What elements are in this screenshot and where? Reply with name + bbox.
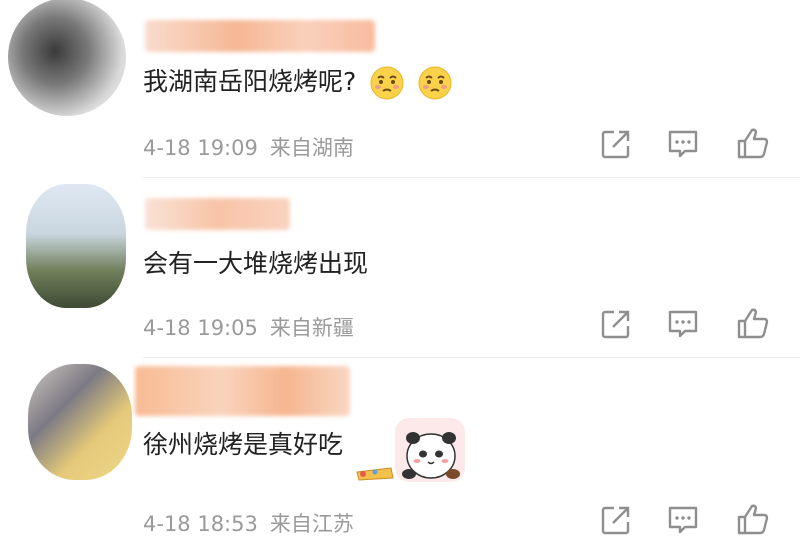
comment-time: 4-18 19:09	[143, 136, 258, 160]
sad-face-emoji	[418, 66, 452, 100]
thumbs-up-icon[interactable]	[736, 306, 770, 340]
thumbs-up-icon[interactable]	[736, 126, 770, 160]
sad-face-emoji	[370, 66, 404, 100]
comment-time: 4-18 18:53	[143, 512, 258, 536]
avatar[interactable]	[28, 364, 132, 480]
avatar[interactable]	[8, 0, 126, 116]
comment-text: 会有一大堆烧烤出现	[143, 249, 369, 278]
comment-location: 来自江苏	[269, 512, 354, 536]
comment-time: 4-18 19:05	[143, 316, 258, 340]
share-icon[interactable]	[599, 307, 633, 341]
username-blurred[interactable]	[145, 20, 375, 52]
comment-icon[interactable]	[666, 127, 700, 161]
share-icon[interactable]	[599, 127, 633, 161]
username-blurred[interactable]	[135, 366, 350, 416]
comment-item: 徐州烧烤是真好吃 4-18 18:53 来自江苏	[0, 358, 800, 553]
share-icon[interactable]	[599, 503, 633, 537]
comment-meta: 4-18 19:05 来自新疆	[143, 312, 354, 342]
comment-item: 我湖南岳阳烧烤呢? 4-18 19:09 来自湖南	[0, 0, 800, 178]
comment-text: 徐州烧烤是真好吃	[143, 430, 344, 459]
comment-location: 来自湖南	[269, 136, 354, 160]
comment-item: 会有一大堆烧烤出现 4-18 19:05 来自新疆	[0, 178, 800, 358]
comment-icon[interactable]	[666, 307, 700, 341]
comment-icon[interactable]	[666, 503, 700, 537]
panda-sticker	[356, 432, 460, 481]
avatar[interactable]	[26, 184, 126, 308]
username-blurred[interactable]	[145, 198, 290, 230]
comment-text: 我湖南岳阳烧烤呢?	[143, 66, 452, 100]
comment-location: 来自新疆	[269, 316, 354, 340]
comment-meta: 4-18 18:53 来自江苏	[143, 508, 354, 538]
thumbs-up-icon[interactable]	[736, 502, 770, 536]
comment-meta: 4-18 19:09 来自湖南	[143, 132, 354, 162]
